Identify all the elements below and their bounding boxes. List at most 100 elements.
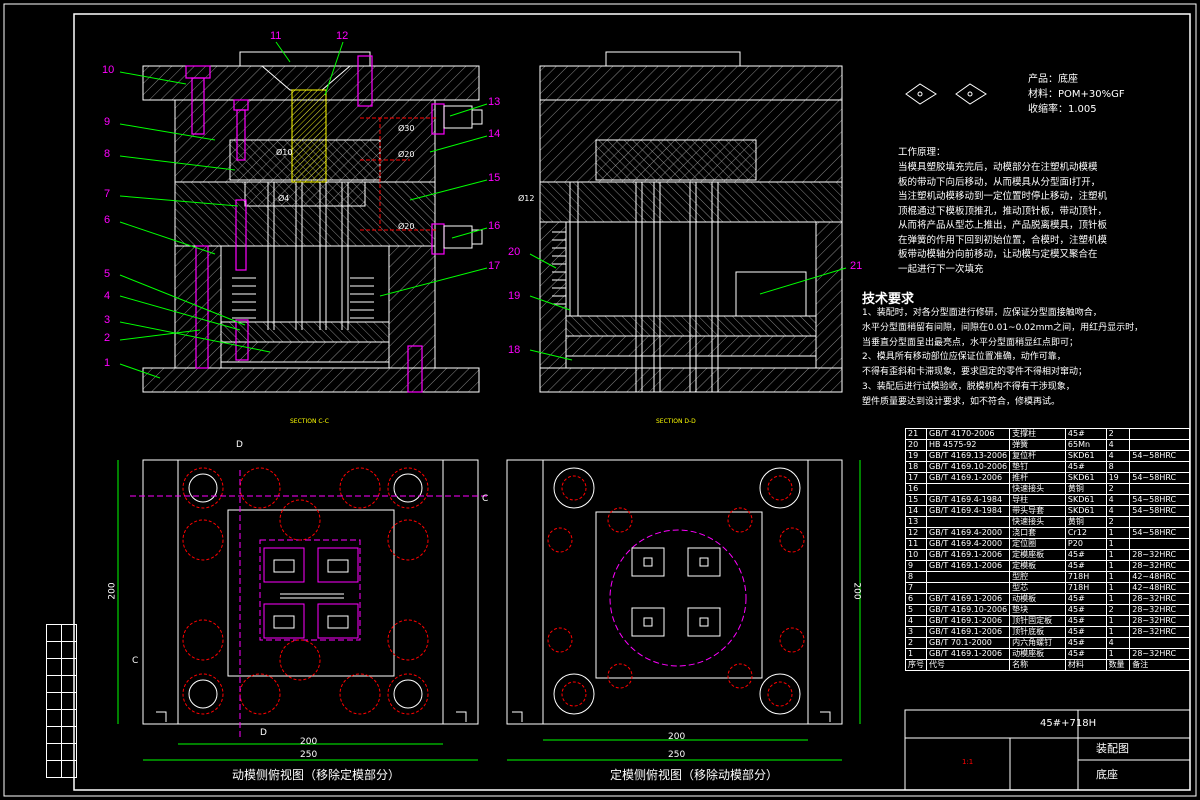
bom-cell: 28~32HRC <box>1129 626 1190 638</box>
bom-cell: P20 <box>1064 538 1107 550</box>
tech-line: 2、模具所有移动部位应保证位置准确，动作可靠， <box>862 352 1066 363</box>
hole-circle <box>239 467 281 509</box>
bom-cell: GB/T 4169.4-2000 <box>925 538 1011 550</box>
part-label-12: 12 <box>336 30 349 42</box>
principle-line: 当模具塑胶填充完后，动模部分在注塑机动模模 <box>898 162 1098 173</box>
principle-line: 从而将产品从型芯上推出，产品脱离模具，顶针板 <box>898 220 1108 231</box>
bom-cell: 3 <box>905 626 927 638</box>
part-label-4: 4 <box>104 290 111 302</box>
principle-line: 在弹簧的作用下回到初始位置，合模时，注塑机模 <box>898 234 1108 246</box>
bom-cell: 2 <box>1105 483 1131 495</box>
tech-line: 塑件质量要达到设计要求，如不符合，修模再试。 <box>862 396 1061 407</box>
bom-header-cell: 代号 <box>925 659 1011 671</box>
hole-circle <box>182 519 224 561</box>
caption-fixed-view: 定模侧俯视图（移除动模部分） <box>610 768 779 782</box>
bom-cell <box>1129 516 1190 528</box>
bom-cell: 4 <box>1105 494 1131 506</box>
bom-cell: 1 <box>905 648 927 660</box>
bom-cell: 45# <box>1064 461 1107 473</box>
bom-row: 11 GB/T 4169.4-2000 定位圈 P20 1 <box>905 538 1190 550</box>
dim-d4: Ø4 <box>278 194 290 203</box>
bom-cell: HB 4575-92 <box>925 439 1011 451</box>
bom-cell: GB/T 4169.1-2006 <box>925 560 1011 572</box>
bom-cell: 4 <box>1105 450 1131 462</box>
hole-circle <box>767 475 793 501</box>
tech-line: 1、装配时，对各分型面进行修研，应保证分型面接触吻合， <box>862 308 1102 318</box>
bom-cell: 快速接头 <box>1009 516 1066 528</box>
bom-row: 9 GB/T 4169.1-2006 定模板 45# 1 28~32HRC <box>905 560 1190 572</box>
section-cc-view <box>119 41 488 393</box>
bom-row: 8 型腔 718H 1 42~48HRC <box>905 571 1190 583</box>
bom-cell: 2 <box>1105 428 1131 440</box>
bom-cell: GB/T 4169.1-2006 <box>925 648 1011 660</box>
part-label-17: 17 <box>488 260 501 272</box>
bom-cell: 9 <box>905 560 927 572</box>
bom-cell: 复位杆 <box>1009 450 1066 462</box>
bom-cell: 内六角螺钉 <box>1009 637 1066 649</box>
bom-cell: 54~58HRC <box>1129 494 1190 506</box>
bom-row: 16 快速接头 黄铜 2 <box>905 483 1190 495</box>
bom-cell: 28~32HRC <box>1129 615 1190 627</box>
principle-line: 当注塑机动模移动到一定位置时停止移动，注塑机 <box>898 191 1108 202</box>
bom-cell: 垫钉 <box>1009 461 1066 473</box>
bom-cell: 6 <box>905 593 927 605</box>
fixed-side-plan-view <box>506 459 861 761</box>
section-mark-c-right: C <box>482 494 489 504</box>
part-label-1: 1 <box>104 357 111 369</box>
bom-cell: GB/T 70.1-2000 <box>925 637 1011 649</box>
bom-cell: 黄铜 <box>1064 516 1107 528</box>
dim-d20b: Ø20 <box>398 222 415 231</box>
bom-cell: 推杆 <box>1009 472 1066 484</box>
part-label-2: 2 <box>104 332 111 344</box>
dim-d12: Ø12 <box>518 194 535 203</box>
bom-cell: 28~32HRC <box>1129 560 1190 572</box>
bom-cell: 10 <box>905 549 927 561</box>
bom-row: 14 GB/T 4169.4-1984 带头导套 SKD61 4 54~58HRC <box>905 505 1190 517</box>
hole-circle <box>279 639 321 681</box>
product-name: 产品：底座 <box>1028 74 1078 85</box>
bom-cell: 型腔 <box>1009 571 1066 583</box>
hole-circle <box>239 673 281 715</box>
bom-cell: 28~32HRC <box>1129 604 1190 616</box>
part-label-9: 9 <box>104 116 111 128</box>
bom-cell: 65Mn <box>1064 439 1107 451</box>
bom-cell: GB/T 4169.13-2006 <box>925 450 1011 462</box>
principle-line: 顶棍通过下模板顶推孔，推动顶针板，带动顶针， <box>898 205 1108 217</box>
bom-cell: 动模板 <box>1009 593 1066 605</box>
bom-cell: 11 <box>905 538 927 550</box>
title-material-code: 45#+718H <box>1040 718 1097 729</box>
bom-cell: GB/T 4169.1-2006 <box>925 626 1011 638</box>
hole-circle <box>547 527 573 553</box>
part-label-11: 11 <box>270 30 282 42</box>
dim-width-200-fixed: 200 <box>668 732 686 742</box>
bom-cell: GB/T 4169.1-2006 <box>925 549 1011 561</box>
product-material: 材料：POM+30%GF <box>1028 89 1125 100</box>
bom-row: 1 GB/T 4169.1-2006 动模座板 45# 1 28~32HRC <box>905 648 1190 660</box>
dim-d10: Ø10 <box>276 148 293 157</box>
dim-width-250-moving: 250 <box>300 750 318 760</box>
hole-circle <box>339 673 381 715</box>
bom-cell: 20 <box>905 439 927 451</box>
hole-circle <box>561 681 587 707</box>
bom-cell: 5 <box>905 604 927 616</box>
bom-cell: 8 <box>1105 461 1131 473</box>
part-label-14: 14 <box>488 128 501 140</box>
section-mark-c-left: C <box>132 656 139 666</box>
hole-circle <box>607 663 633 689</box>
dim-d20: Ø20 <box>398 150 415 159</box>
bom-cell: 45# <box>1064 626 1107 638</box>
cad-drawing-canvas[interactable]: 10 9 8 7 6 5 4 3 2 1 11 12 13 14 15 16 1… <box>0 0 1200 800</box>
bom-cell: 42~48HRC <box>1129 571 1190 583</box>
bom-cell: 7 <box>905 582 927 594</box>
bom-cell: SKD61 <box>1064 505 1107 517</box>
bom-row: 12 GB/T 4169.4-2000 浇口套 Cr12 1 54~58HRC <box>905 527 1190 539</box>
bom-row: 21 GB/T 4170-2006 支撑柱 45# 2 <box>905 428 1190 440</box>
bom-cell: 顶针固定板 <box>1009 615 1066 627</box>
bom-cell: GB/T 4169.1-2006 <box>925 615 1011 627</box>
bom-cell: 2 <box>905 637 927 649</box>
bom-cell: GB/T 4169.10-2006 <box>925 461 1011 473</box>
bom-cell <box>1129 538 1190 550</box>
bom-row: 4 GB/T 4169.1-2006 顶针固定板 45# 1 28~32HRC <box>905 615 1190 627</box>
bom-cell: 54~58HRC <box>1129 505 1190 517</box>
bom-cell <box>925 582 1011 594</box>
